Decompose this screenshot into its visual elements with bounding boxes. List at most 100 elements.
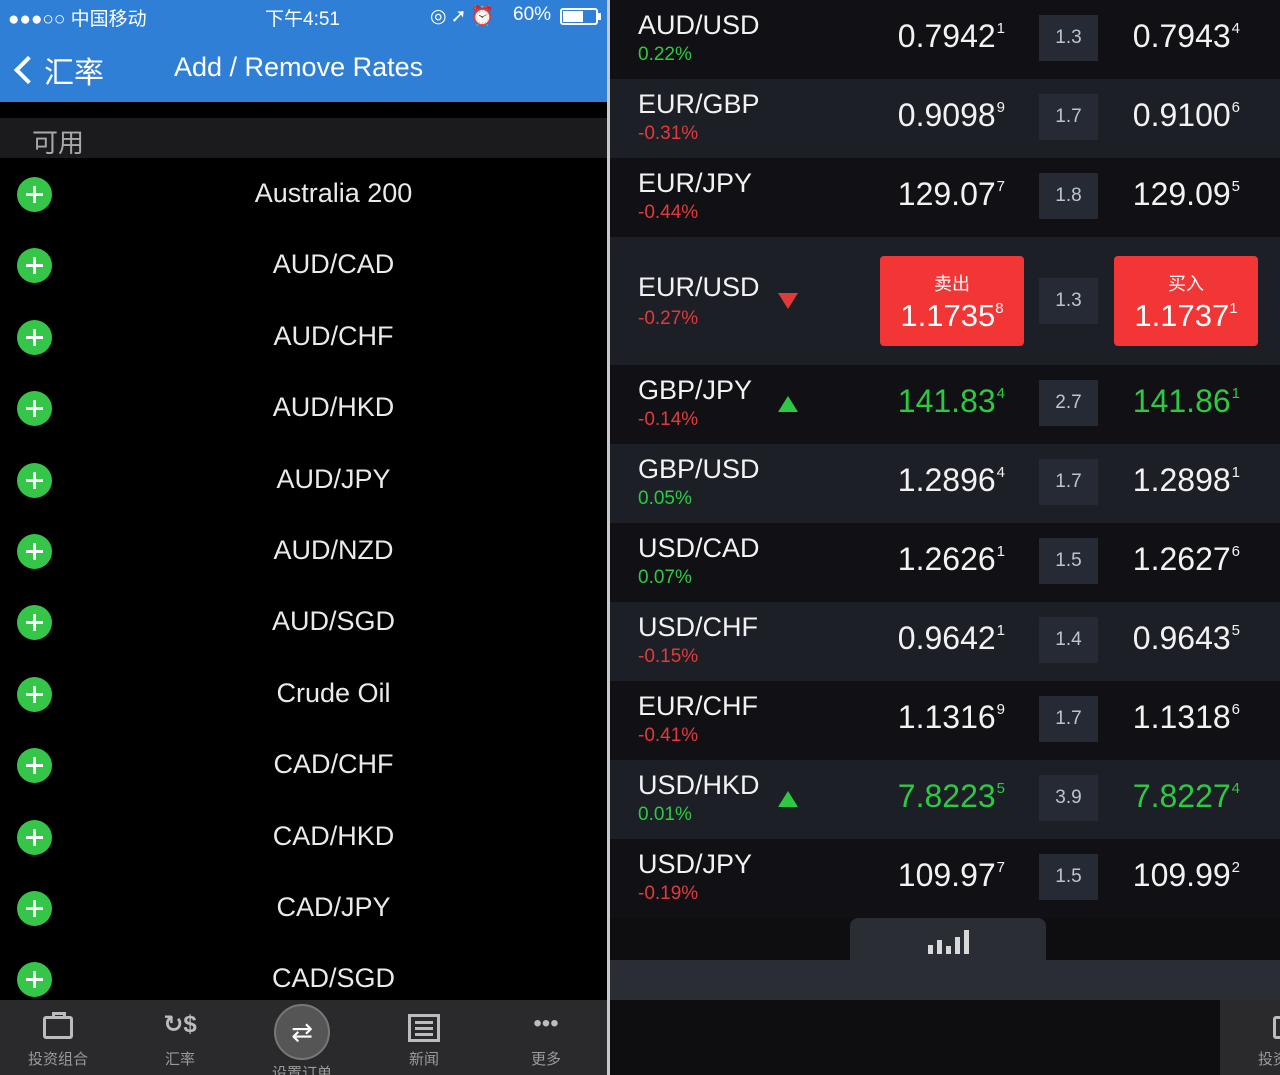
change-percent: 0.01% <box>638 804 692 825</box>
chart-toggle-tab[interactable] <box>850 918 1046 966</box>
quote-row[interactable]: EUR/JPY -0.44% 1.8 129.077 129.095 <box>610 158 1280 237</box>
available-rate-item[interactable]: AUD/CHF <box>0 301 607 372</box>
back-button[interactable]: 汇率 <box>10 48 104 92</box>
spread: 1.5 <box>1039 538 1098 584</box>
bid-price-cell[interactable]: 0.90989 <box>898 97 1005 134</box>
bid-price-cell[interactable]: 129.077 <box>898 176 1005 213</box>
available-rate-item[interactable]: AUD/JPY <box>0 444 607 515</box>
quote-row[interactable]: EUR/GBP -0.31% 1.7 0.90989 0.91006 <box>610 79 1280 158</box>
nav-bar: 汇率 Add / Remove Rates <box>0 40 607 95</box>
available-rate-item[interactable]: CAD/CHF <box>0 729 607 800</box>
tab-news[interactable]: 新闻 <box>374 1010 474 1069</box>
quote-row[interactable]: GBP/JPY -0.14% 2.7 141.834 141.861 <box>610 365 1280 444</box>
add-icon[interactable] <box>17 748 52 784</box>
available-rate-item[interactable]: AUD/CAD <box>0 229 607 300</box>
ask-pip: 1 <box>1231 385 1240 402</box>
tab-set-order[interactable]: ⇄ 设置订单 <box>252 1004 352 1075</box>
bid-price-cell[interactable]: 1.28964 <box>898 462 1005 499</box>
ask-price-cell[interactable]: 1.13186 <box>1133 699 1240 736</box>
ask-price-cell[interactable]: 7.82274 <box>1133 778 1240 815</box>
add-icon[interactable] <box>17 676 52 712</box>
quote-row[interactable]: USD/CHF -0.15% 1.4 0.96421 0.96435 <box>610 602 1280 681</box>
change-percent: -0.15% <box>638 646 699 667</box>
ask-price: 1.1318 <box>1132 699 1231 735</box>
available-rate-item[interactable]: AUD/HKD <box>0 372 607 443</box>
quote-row[interactable]: EUR/USD -0.27% 1.3 卖出 1.17358 买入 1.17371 <box>610 237 1280 365</box>
status-icons: ◎➚⏰ <box>430 6 499 27</box>
change-percent: -0.41% <box>638 725 699 746</box>
ask-price-cell[interactable]: 141.861 <box>1133 383 1240 420</box>
quote-row[interactable]: USD/CAD 0.07% 1.5 1.26261 1.26276 <box>610 523 1280 602</box>
ask-price-cell[interactable]: 0.79434 <box>1133 18 1240 55</box>
symbol: USD/HKD <box>638 770 760 800</box>
change-percent: -0.44% <box>638 202 699 223</box>
symbol: USD/JPY <box>638 849 753 879</box>
section-title: 可用 <box>32 128 85 158</box>
add-icon[interactable] <box>17 962 52 998</box>
quote-row[interactable]: AUD/USD 0.22% 1.3 0.79421 0.79434 <box>610 0 1280 79</box>
bid-pip: 1 <box>996 622 1005 639</box>
ask-price-cell[interactable]: 1.26276 <box>1133 541 1240 578</box>
add-icon[interactable] <box>17 533 52 569</box>
add-icon[interactable] <box>17 890 52 926</box>
tab-exchange-rate[interactable]: ↻$ 汇率 <box>130 1010 230 1069</box>
ask-price: 0.9100 <box>1132 97 1231 133</box>
tab-bar: 投资组合↻$汇率⇄设置订单新闻•••更多 <box>1220 1000 1280 1075</box>
rate-name: AUD/HKD <box>272 392 395 423</box>
ask-price-cell[interactable]: 0.96435 <box>1133 620 1240 657</box>
ask-price: 109.99 <box>1132 857 1231 893</box>
buy-button[interactable]: 买入 1.17371 <box>1114 256 1258 346</box>
spread: 1.4 <box>1039 617 1098 663</box>
add-icon[interactable] <box>17 819 52 855</box>
spread: 1.5 <box>1039 854 1098 900</box>
ask-price-cell[interactable]: 0.91006 <box>1133 97 1240 134</box>
quote-row[interactable]: GBP/USD 0.05% 1.7 1.28964 1.28981 <box>610 444 1280 523</box>
tab-briefcase[interactable]: 投资组合 <box>1238 1010 1280 1069</box>
chevron-left-icon <box>13 55 43 85</box>
available-rate-item[interactable]: AUD/SGD <box>0 586 607 657</box>
available-rate-item[interactable]: CAD/HKD <box>0 801 607 872</box>
add-icon[interactable] <box>17 177 52 212</box>
symbol: GBP/JPY <box>638 375 753 405</box>
add-icon[interactable] <box>17 605 52 641</box>
ask-price-cell[interactable]: 129.095 <box>1133 176 1240 213</box>
ask-pip: 6 <box>1231 543 1240 560</box>
bid-price-cell[interactable]: 0.96421 <box>898 620 1005 657</box>
quote-row[interactable]: USD/HKD 0.01% 3.9 7.82235 7.82274 <box>610 760 1280 839</box>
ask-pip: 5 <box>1231 178 1240 195</box>
bid-price: 141.83 <box>897 383 996 419</box>
ask-pip: 6 <box>1231 701 1240 718</box>
quote-row[interactable]: EUR/CHF -0.41% 1.7 1.13169 1.13186 <box>610 681 1280 760</box>
ask-pip: 4 <box>1231 780 1240 797</box>
bid-pip: 1 <box>996 543 1005 560</box>
sell-button[interactable]: 卖出 1.17358 <box>880 256 1024 346</box>
bid-price-cell[interactable]: 1.13169 <box>898 699 1005 736</box>
bid-price-cell[interactable]: 109.977 <box>898 857 1005 894</box>
available-rate-item[interactable]: AUD/NZD <box>0 515 607 586</box>
add-icon[interactable] <box>17 319 52 355</box>
bid-price-cell[interactable]: 141.834 <box>898 383 1005 420</box>
bid-price-cell[interactable]: 7.82235 <box>898 778 1005 815</box>
bid-price: 0.7942 <box>897 18 996 54</box>
spread: 1.7 <box>1039 94 1098 140</box>
more-icon: ••• <box>533 1010 559 1037</box>
bid-price-cell[interactable]: 1.26261 <box>898 541 1005 578</box>
available-rate-item[interactable]: CAD/JPY <box>0 872 607 943</box>
spread: 1.3 <box>1039 15 1098 61</box>
tab-briefcase[interactable]: 投资组合 <box>8 1010 108 1069</box>
bid-price-cell[interactable]: 0.79421 <box>898 18 1005 55</box>
rate-name: CAD/SGD <box>271 963 396 994</box>
bid-price: 0.9098 <box>897 97 996 133</box>
add-icon[interactable] <box>17 391 52 427</box>
available-rate-item[interactable]: Crude Oil <box>0 658 607 729</box>
tab-more[interactable]: ••• 更多 <box>496 1010 596 1069</box>
available-rates-list: Australia 200 AUD/CAD AUD/CHF AUD/HKD AUD/JP… <box>0 158 607 1015</box>
available-rate-item[interactable]: Australia 200 <box>0 158 607 229</box>
ask-pip: 1 <box>1231 464 1240 481</box>
add-icon[interactable] <box>17 248 52 284</box>
ask-price-cell[interactable]: 109.992 <box>1133 857 1240 894</box>
ask-price-cell[interactable]: 1.28981 <box>1133 462 1240 499</box>
change-percent: -0.19% <box>638 883 699 904</box>
add-icon[interactable] <box>17 462 52 498</box>
quote-row[interactable]: USD/JPY -0.19% 1.5 109.977 109.992 <box>610 839 1280 918</box>
